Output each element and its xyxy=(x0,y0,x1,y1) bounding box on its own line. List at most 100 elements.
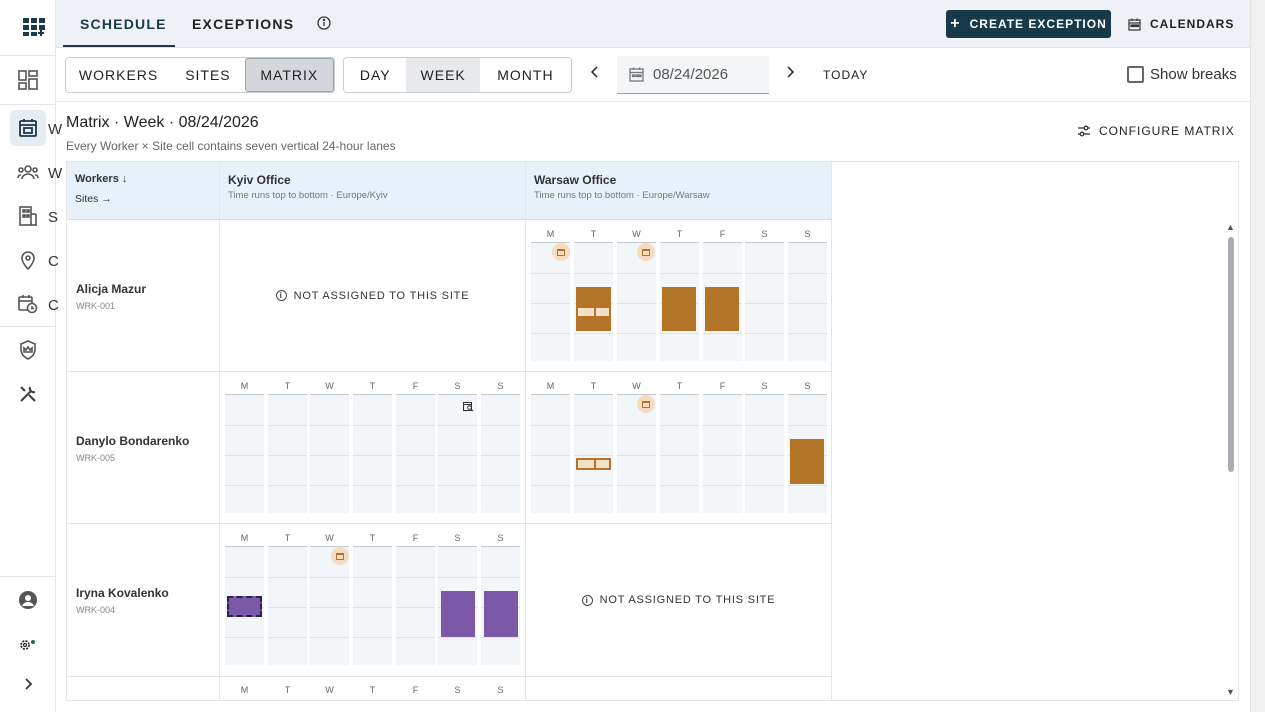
scrollbar-thumb[interactable] xyxy=(1228,237,1234,472)
day-label: T xyxy=(676,381,683,391)
prev-week-chevron-icon[interactable] xyxy=(590,65,599,83)
day-lane[interactable] xyxy=(353,546,392,665)
sliders-icon xyxy=(1077,125,1091,137)
worker-name: Iryna Kovalenko xyxy=(76,586,169,600)
configure-matrix-label: CONFIGURE MATRIX xyxy=(1099,124,1235,138)
configure-matrix-button[interactable]: CONFIGURE MATRIX xyxy=(1077,124,1235,138)
info-icon: i xyxy=(581,594,593,606)
day-label: W xyxy=(325,533,334,543)
day-label: W xyxy=(632,381,641,391)
page-scroll-gutter xyxy=(1250,0,1265,712)
create-exception-label: CREATE EXCEPTION xyxy=(969,17,1107,31)
exception-calendar-icon[interactable] xyxy=(552,243,570,261)
matrix-scrollbar[interactable]: ▲ ▼ xyxy=(1225,219,1237,699)
day-lane[interactable] xyxy=(268,394,307,513)
calendar-search-icon[interactable] xyxy=(463,399,474,417)
day-label: M xyxy=(546,381,555,391)
day-label: F xyxy=(412,533,419,543)
day-lane[interactable] xyxy=(745,242,784,361)
range-toggle: DAY WEEK MONTH xyxy=(343,57,572,93)
day-lane[interactable] xyxy=(703,394,742,513)
tab-schedule[interactable]: SCHEDULE xyxy=(80,0,167,48)
column-divider xyxy=(831,162,832,700)
info-icon: i xyxy=(275,290,287,301)
apps-grid-icon[interactable] xyxy=(18,9,54,45)
worker-name: Alicja Mazur xyxy=(76,282,147,296)
day-lane[interactable] xyxy=(531,394,570,513)
shift-block[interactable] xyxy=(484,591,518,637)
day-lane[interactable] xyxy=(745,394,784,513)
day-lane[interactable] xyxy=(788,242,827,361)
day-label: F xyxy=(719,381,726,391)
day-label: T xyxy=(590,381,597,391)
worker-id: WRK-001 xyxy=(76,301,116,311)
day-lane[interactable] xyxy=(225,394,264,513)
expand-chevron-icon[interactable] xyxy=(10,666,46,702)
day-lane[interactable] xyxy=(660,394,699,513)
day-lane[interactable] xyxy=(353,394,392,513)
scroll-down-arrow-icon[interactable]: ▼ xyxy=(1226,687,1235,697)
shift-block[interactable] xyxy=(441,591,475,637)
day-lane[interactable] xyxy=(268,546,307,665)
dashboard-icon[interactable] xyxy=(10,62,46,98)
shift-block[interactable] xyxy=(790,439,824,484)
calendar-icon xyxy=(1128,18,1141,31)
settings-gear-icon[interactable] xyxy=(10,627,46,663)
exception-calendar-icon[interactable] xyxy=(637,243,655,261)
show-breaks-checkbox[interactable] xyxy=(1127,66,1144,83)
week-range-button[interactable]: WEEK xyxy=(406,58,480,92)
location-pin-icon[interactable] xyxy=(10,242,46,278)
shift-block[interactable] xyxy=(662,287,696,331)
sites-axis-label: Sites → xyxy=(75,193,112,205)
workers-group-icon[interactable] xyxy=(10,154,46,190)
plus-icon: + xyxy=(950,15,961,32)
scroll-up-arrow-icon[interactable]: ▲ xyxy=(1226,222,1235,232)
sites-building-icon[interactable] xyxy=(10,198,46,234)
rail-clipped-label: C xyxy=(48,253,59,270)
date-input[interactable]: 08/24/2026 xyxy=(617,56,769,94)
day-lane[interactable] xyxy=(396,394,435,513)
break-marker[interactable] xyxy=(576,306,611,318)
workers-view-button[interactable]: WORKERS xyxy=(66,58,171,92)
day-label: W xyxy=(325,381,334,391)
view-mode-toggle: WORKERS SITES MATRIX xyxy=(65,57,335,93)
day-label: S xyxy=(497,685,504,695)
info-icon[interactable] xyxy=(317,16,331,35)
calendar-clock-icon[interactable] xyxy=(10,286,46,322)
worker-id: WRK-004 xyxy=(76,605,116,615)
tab-exceptions[interactable]: EXCEPTIONS xyxy=(192,0,294,48)
sites-view-button[interactable]: SITES xyxy=(171,58,244,92)
day-range-button[interactable]: DAY xyxy=(344,58,406,92)
matrix-view-button[interactable]: MATRIX xyxy=(244,58,334,92)
calendars-button[interactable]: CALENDARS xyxy=(1128,10,1234,38)
day-label: W xyxy=(325,685,334,695)
break-marker[interactable] xyxy=(576,458,611,470)
create-exception-button[interactable]: + CREATE EXCEPTION xyxy=(946,10,1111,38)
schedule-calendar-icon[interactable] xyxy=(10,110,46,146)
show-breaks-toggle[interactable]: Show breaks xyxy=(1127,66,1237,83)
day-lane[interactable] xyxy=(574,394,613,513)
account-icon[interactable] xyxy=(10,582,46,618)
shield-crown-icon[interactable] xyxy=(10,332,46,368)
day-lane[interactable] xyxy=(310,394,349,513)
month-range-button[interactable]: MONTH xyxy=(480,58,571,92)
day-label: S xyxy=(761,229,768,239)
day-label: M xyxy=(240,381,249,391)
rail-divider xyxy=(0,576,55,577)
day-lane[interactable] xyxy=(481,394,520,513)
selected-shift-block[interactable] xyxy=(227,596,262,617)
day-label: T xyxy=(369,381,376,391)
site-header-warsaw: Warsaw Office Time runs top to bottom · … xyxy=(526,162,832,220)
shift-block[interactable] xyxy=(705,287,739,331)
today-button[interactable]: TODAY xyxy=(823,68,868,82)
active-tab-indicator xyxy=(63,45,175,47)
rail-divider xyxy=(0,326,55,327)
day-lane[interactable] xyxy=(396,546,435,665)
day-label: S xyxy=(454,685,461,695)
exception-calendar-icon[interactable] xyxy=(331,547,349,565)
exception-calendar-icon[interactable] xyxy=(637,395,655,413)
next-week-chevron-icon[interactable] xyxy=(786,65,795,83)
tools-icon[interactable] xyxy=(10,376,46,412)
not-assigned-label: NOT ASSIGNED TO THIS SITE xyxy=(599,594,776,606)
day-label: S xyxy=(454,381,461,391)
